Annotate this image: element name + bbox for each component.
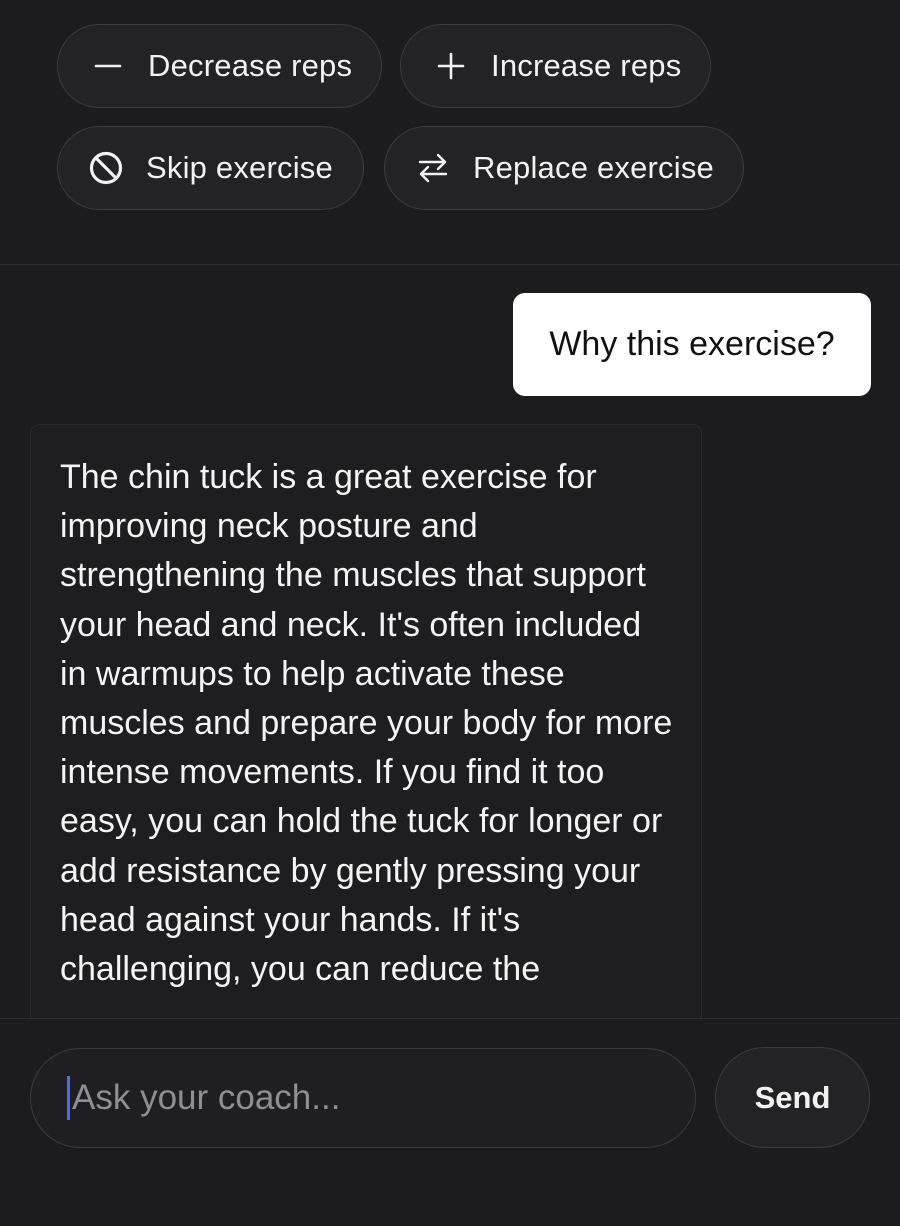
increase-reps-label: Increase reps — [491, 48, 682, 83]
skip-exercise-button[interactable]: Skip exercise — [57, 126, 364, 210]
prohibited-icon — [88, 150, 124, 186]
assistant-message-text: The chin tuck is a great exercise for im… — [60, 458, 673, 989]
send-label: Send — [754, 1079, 831, 1115]
text-caret — [67, 1076, 70, 1120]
assistant-message-bubble: The chin tuck is a great exercise for im… — [30, 424, 702, 1064]
section-divider — [0, 264, 900, 265]
user-message-text: Why this exercise? — [549, 325, 835, 363]
swap-arrows-icon — [415, 150, 451, 186]
decrease-reps-button[interactable]: Decrease reps — [57, 24, 382, 108]
replace-exercise-button[interactable]: Replace exercise — [384, 126, 744, 210]
send-button[interactable]: Send — [715, 1047, 870, 1148]
skip-exercise-label: Skip exercise — [146, 150, 333, 185]
increase-reps-button[interactable]: Increase reps — [400, 24, 711, 108]
minus-icon — [90, 48, 126, 84]
replace-exercise-label: Replace exercise — [473, 150, 714, 185]
plus-icon — [433, 48, 469, 84]
ask-coach-placeholder: Ask your coach... — [72, 1078, 341, 1117]
decrease-reps-label: Decrease reps — [148, 48, 353, 83]
ask-coach-input[interactable]: Ask your coach... — [30, 1048, 696, 1148]
user-message-bubble: Why this exercise? — [513, 293, 871, 396]
